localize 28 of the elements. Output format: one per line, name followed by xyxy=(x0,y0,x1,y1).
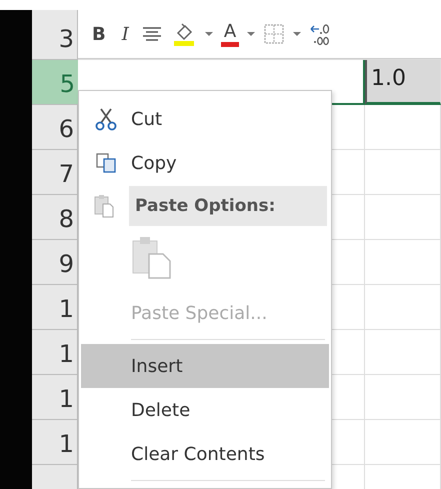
menu-item[interactable]: Clear Contents xyxy=(81,432,329,476)
row-header[interactable]: 1 xyxy=(32,420,78,465)
italic-button[interactable]: I xyxy=(118,24,133,44)
clipboard-icon xyxy=(92,193,116,219)
borders-icon[interactable] xyxy=(263,23,286,45)
bold-button[interactable]: B xyxy=(88,24,110,44)
row-header[interactable]: 5 xyxy=(32,60,78,105)
row-header[interactable]: 3 xyxy=(32,10,78,60)
table-cell: 1.0 xyxy=(365,60,441,105)
copy-icon xyxy=(94,151,118,175)
row-header[interactable]: 8 xyxy=(32,195,78,240)
row-header[interactable]: 1 xyxy=(32,285,78,330)
row-header[interactable]: 7 xyxy=(32,150,78,195)
row-header[interactable]: 6 xyxy=(32,105,78,150)
row-header[interactable]: 9 xyxy=(32,240,78,285)
font-color-button[interactable]: A xyxy=(220,22,240,46)
align-center-icon[interactable] xyxy=(140,25,163,43)
dropdown-arrow-icon[interactable] xyxy=(204,31,213,37)
dropdown-arrow-icon[interactable] xyxy=(293,31,302,37)
menu-item[interactable]: Cut xyxy=(81,97,329,141)
menu-item[interactable]: Insert xyxy=(81,344,329,388)
scissors-icon xyxy=(94,107,118,131)
row-header[interactable]: 1 xyxy=(32,375,78,420)
menu-item[interactable]: Delete xyxy=(81,388,329,432)
dropdown-arrow-icon[interactable] xyxy=(247,31,256,37)
menu-section-header: Paste Options: xyxy=(129,186,327,226)
row-header[interactable]: 1 xyxy=(32,330,78,375)
menu-item[interactable]: Copy xyxy=(81,141,329,185)
